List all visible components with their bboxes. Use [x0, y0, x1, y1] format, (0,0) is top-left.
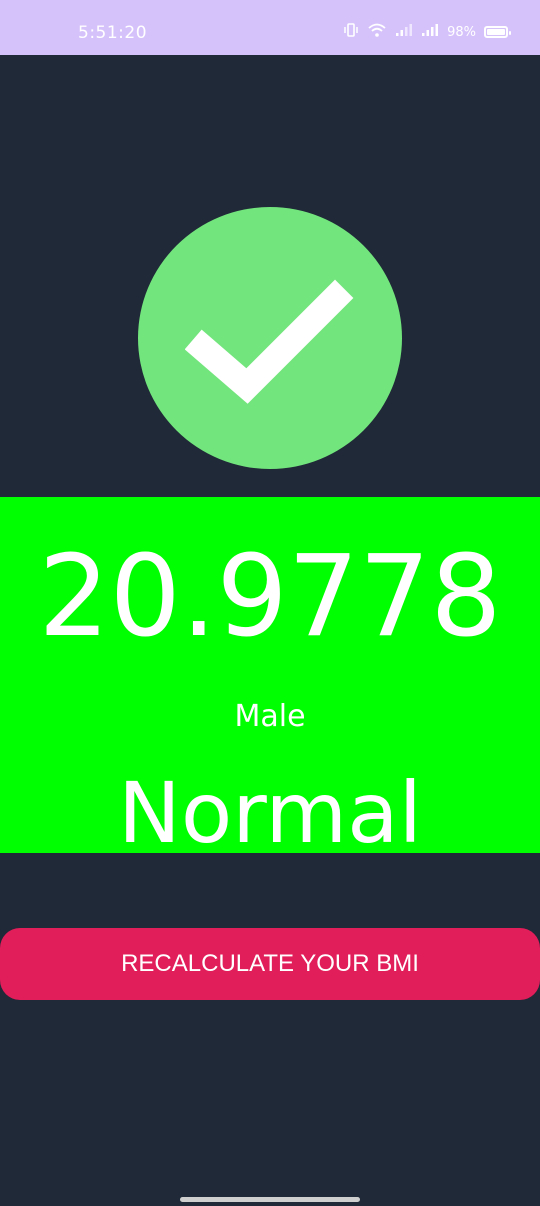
status-time: 5:51:20	[78, 23, 148, 43]
result-panel: 20.9778 Male Normal	[0, 497, 540, 862]
status-bar: 5:51:20 98%	[0, 0, 540, 55]
battery-icon	[484, 26, 511, 38]
recalculate-button[interactable]: RECALCULATE YOUR BMI	[0, 928, 540, 1000]
bmi-value: 20.9778	[38, 532, 502, 662]
home-indicator[interactable]	[180, 1197, 360, 1202]
signal-icon	[421, 23, 439, 41]
status-icons: 98%	[343, 22, 511, 42]
gender-label: Male	[234, 699, 306, 734]
bmi-category: Normal	[118, 764, 422, 862]
battery-percent: 98%	[447, 24, 476, 40]
signal-icon	[395, 23, 413, 41]
wifi-icon	[367, 22, 387, 42]
check-circle-icon	[138, 207, 402, 469]
vibrate-icon	[343, 22, 359, 42]
